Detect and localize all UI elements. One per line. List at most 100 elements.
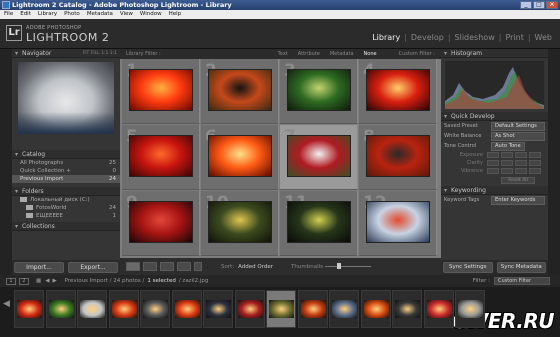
step-button[interactable] bbox=[487, 160, 499, 166]
compare-view-button[interactable] bbox=[160, 262, 174, 271]
page-2-button[interactable]: 2 bbox=[19, 277, 29, 285]
page-1-button[interactable]: 1 bbox=[6, 277, 16, 285]
module-print[interactable]: Print bbox=[505, 33, 523, 42]
step-button[interactable] bbox=[529, 160, 541, 166]
collections-header[interactable]: Collections bbox=[12, 222, 120, 231]
quick-develop-header[interactable]: Quick Develop bbox=[441, 112, 548, 121]
photo-thumbnail[interactable] bbox=[366, 201, 430, 243]
catalog-item[interactable]: Quick Collection + 0 bbox=[12, 167, 120, 175]
filmstrip-thumb[interactable] bbox=[234, 290, 265, 328]
step-button[interactable] bbox=[501, 168, 513, 174]
catalog-item[interactable]: All Photographs 25 bbox=[12, 159, 120, 167]
navigator-zoom-options[interactable]: FIT FILL 1:1 3:1 bbox=[83, 49, 117, 58]
minimize-button[interactable]: _ bbox=[520, 1, 532, 9]
filmstrip-thumb[interactable] bbox=[266, 290, 296, 328]
menu-item-view[interactable]: View bbox=[120, 10, 133, 19]
step-button[interactable] bbox=[515, 160, 527, 166]
step-button[interactable] bbox=[501, 152, 513, 158]
saved-preset-select[interactable]: Default Settings bbox=[491, 122, 545, 131]
thumbnail-size-slider[interactable] bbox=[325, 263, 372, 269]
grid-cell[interactable]: 10 bbox=[201, 191, 279, 256]
slider-knob[interactable] bbox=[337, 263, 342, 269]
grid-icon[interactable]: ▦ bbox=[36, 278, 41, 284]
filmstrip-thumb[interactable] bbox=[360, 290, 391, 328]
module-web[interactable]: Web bbox=[535, 33, 552, 42]
menu-item-metadata[interactable]: Metadata bbox=[87, 10, 113, 19]
step-button[interactable] bbox=[501, 160, 513, 166]
white-balance-select[interactable]: As Shot bbox=[491, 132, 545, 141]
grid-cell[interactable]: 7 bbox=[280, 125, 358, 190]
step-button[interactable] bbox=[487, 168, 499, 174]
back-icon[interactable]: ◀ bbox=[45, 278, 49, 284]
import-button[interactable]: Import... bbox=[14, 262, 64, 273]
filmstrip-thumb[interactable] bbox=[108, 290, 139, 328]
module-slideshow[interactable]: Slideshow bbox=[455, 33, 495, 42]
filmstrip-left-arrow[interactable]: ◀ bbox=[3, 299, 10, 309]
photo-thumbnail[interactable] bbox=[129, 69, 193, 111]
photo-thumbnail[interactable] bbox=[287, 201, 351, 243]
filmstrip-thumb[interactable] bbox=[77, 290, 107, 328]
menu-item-file[interactable]: File bbox=[4, 10, 13, 19]
painter-button[interactable] bbox=[194, 262, 202, 271]
filmstrip-thumb[interactable] bbox=[203, 290, 233, 328]
grid-cell[interactable]: 6 bbox=[201, 125, 279, 190]
menu-item-help[interactable]: Help bbox=[169, 10, 182, 19]
menu-item-edit[interactable]: Edit bbox=[20, 10, 31, 19]
filmstrip-thumb[interactable] bbox=[455, 290, 485, 328]
loupe-view-button[interactable] bbox=[143, 262, 157, 271]
keyword-tags-select[interactable]: Enter Keywords bbox=[491, 196, 545, 205]
menu-item-library[interactable]: Library bbox=[38, 10, 57, 19]
filmstrip-thumb[interactable] bbox=[423, 290, 454, 328]
photo-thumbnail[interactable] bbox=[287, 135, 351, 177]
filmstrip-thumb[interactable] bbox=[14, 290, 44, 328]
sync-metadata-button[interactable]: Sync Metadata bbox=[496, 262, 546, 273]
maximize-button[interactable]: □ bbox=[533, 1, 545, 9]
photo-thumbnail[interactable] bbox=[208, 135, 272, 177]
photo-thumbnail[interactable] bbox=[208, 201, 272, 243]
photo-thumbnail[interactable] bbox=[366, 135, 430, 177]
grid-cell[interactable]: 2 bbox=[201, 59, 279, 124]
folder-row[interactable]: ЕЩЕЕЕЕЕ 1 bbox=[12, 212, 120, 220]
grid-cell[interactable]: 12 bbox=[359, 191, 437, 256]
photo-thumbnail[interactable] bbox=[366, 69, 430, 111]
filter-preset[interactable]: Custom Filter : bbox=[399, 51, 435, 57]
filmstrip-thumb[interactable] bbox=[392, 290, 422, 328]
filmstrip-filter-select[interactable]: Custom Filter bbox=[494, 277, 550, 285]
step-button[interactable] bbox=[515, 152, 527, 158]
grid-cell[interactable]: 4 bbox=[359, 59, 437, 124]
navigator-header[interactable]: Navigator FIT FILL 1:1 3:1 bbox=[12, 49, 120, 58]
close-button[interactable]: × bbox=[546, 1, 558, 9]
survey-view-button[interactable] bbox=[177, 262, 191, 271]
step-button[interactable] bbox=[529, 168, 541, 174]
grid-cell[interactable]: 9 bbox=[122, 191, 200, 256]
reset-all-button[interactable]: Reset All bbox=[501, 177, 535, 184]
filmstrip-thumb[interactable] bbox=[45, 290, 76, 328]
step-button[interactable] bbox=[529, 152, 541, 158]
grid-cell[interactable]: 1 bbox=[122, 59, 200, 124]
module-develop[interactable]: Develop bbox=[411, 33, 444, 42]
step-button[interactable] bbox=[487, 152, 499, 158]
filter-tab-attribute[interactable]: Attribute bbox=[298, 51, 320, 57]
filmstrip-thumb[interactable] bbox=[140, 290, 170, 328]
photo-thumbnail[interactable] bbox=[129, 201, 193, 243]
filter-tab-none[interactable]: None bbox=[364, 51, 377, 57]
catalog-item-selected[interactable]: Previous Import 24 bbox=[12, 175, 120, 183]
volume-row[interactable]: Локальный диск (C:) bbox=[12, 196, 120, 204]
grid-cell[interactable]: 11 bbox=[280, 191, 358, 256]
filmstrip-thumb[interactable] bbox=[329, 290, 359, 328]
sync-settings-button[interactable]: Sync Settings bbox=[443, 262, 493, 273]
grid-view-button[interactable] bbox=[126, 262, 140, 271]
sort-select[interactable]: Added Order bbox=[238, 264, 273, 270]
keywording-header[interactable]: Keywording bbox=[441, 186, 548, 195]
grid-cell[interactable]: 5 bbox=[122, 125, 200, 190]
module-library[interactable]: Library bbox=[372, 33, 400, 42]
grid-cell[interactable]: 8 bbox=[359, 125, 437, 190]
photo-thumbnail[interactable] bbox=[287, 69, 351, 111]
filter-tab-text[interactable]: Text bbox=[278, 51, 288, 57]
filmstrip-thumb[interactable] bbox=[297, 290, 328, 328]
grid-cell[interactable]: 3 bbox=[280, 59, 358, 124]
filmstrip-thumb[interactable] bbox=[171, 290, 202, 328]
filter-tab-metadata[interactable]: Metadata bbox=[330, 51, 354, 57]
navigator-preview[interactable] bbox=[18, 62, 114, 134]
catalog-header[interactable]: Catalog bbox=[12, 150, 120, 159]
